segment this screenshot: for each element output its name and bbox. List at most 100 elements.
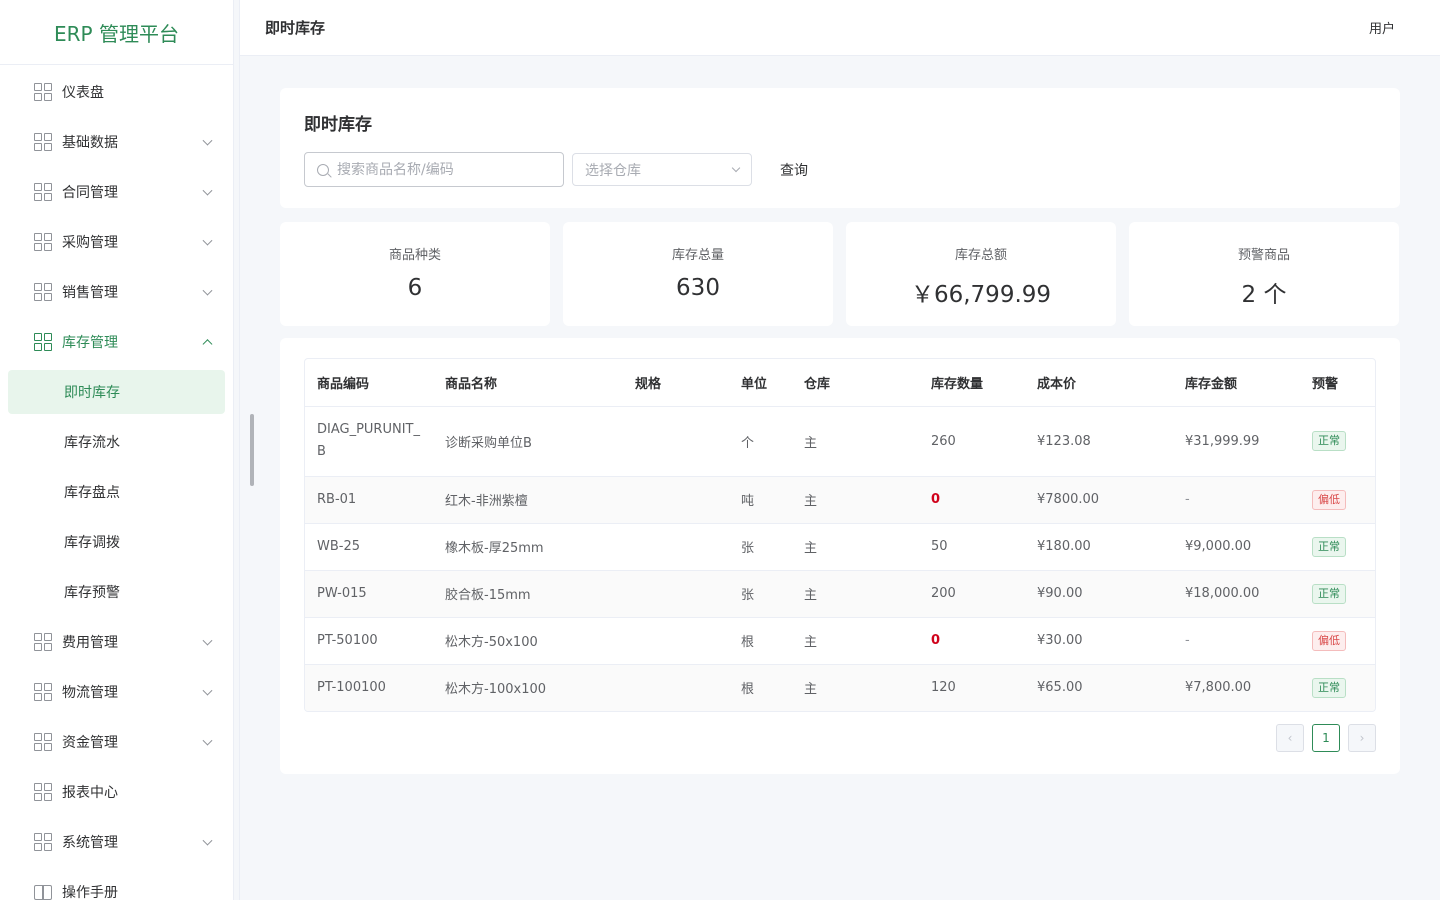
column-header: 预警 <box>1300 359 1375 407</box>
stat-card-total-quantity: 库存总量 630 <box>563 222 833 326</box>
cell-alert: 偏低 <box>1300 476 1375 524</box>
sidebar-menu: 仪表盘 基础数据 合同管理 采购管理 销售管理 库存管理 即时库存 库存流水 库… <box>0 65 233 900</box>
stat-value: ￥66,799.99 <box>910 282 1052 308</box>
column-header: 商品编码 <box>305 359 433 407</box>
next-page-button[interactable]: › <box>1348 724 1376 752</box>
cell-spec <box>623 570 729 618</box>
sidebar-item-system[interactable]: 系统管理 <box>0 817 233 867</box>
status-badge: 偏低 <box>1312 489 1346 510</box>
cell-warehouse: 主 <box>792 617 919 665</box>
grid-icon <box>34 833 52 851</box>
sidebar-subitem-transfer[interactable]: 库存调拨 <box>0 517 233 567</box>
sidebar-item-label: 合同管理 <box>62 185 118 201</box>
cell-warehouse: 主 <box>792 476 919 524</box>
cell-code: RB-01 <box>305 476 433 524</box>
sidebar-item-inventory[interactable]: 库存管理 <box>0 317 233 367</box>
cell-spec <box>623 664 729 711</box>
chevron-down-icon <box>202 735 213 746</box>
sidebar-item-label: 报表中心 <box>62 785 118 801</box>
table-row[interactable]: PT-50100 松木方-50x100 根 主 0 ¥30.00 - 偏低 <box>305 617 1375 665</box>
cell-spec <box>623 476 729 524</box>
cell-code: DIAG_PURUNIT_B <box>305 406 433 477</box>
cell-qty: 50 <box>919 523 1025 571</box>
sidebar-subitem-realtime-stock[interactable]: 即时库存 <box>8 370 225 414</box>
stat-value: 6 <box>407 275 423 301</box>
sidebar-item-purchasing[interactable]: 采购管理 <box>0 217 233 267</box>
table-row[interactable]: PT-100100 松木方-100x100 根 主 120 ¥65.00 ¥7,… <box>305 664 1375 711</box>
cell-qty: 260 <box>919 406 1025 477</box>
stat-label: 预警商品 <box>1237 248 1290 263</box>
sidebar-subitem-stock-alert[interactable]: 库存预警 <box>0 567 233 617</box>
sidebar-item-funds[interactable]: 资金管理 <box>0 717 233 767</box>
sidebar-item-reports[interactable]: 报表中心 <box>0 767 233 817</box>
page-number-button[interactable]: 1 <box>1312 724 1340 752</box>
sidebar-item-label: 物流管理 <box>62 685 118 701</box>
chevron-down-icon <box>202 285 213 296</box>
cell-amount: ¥18,000.00 <box>1173 570 1300 618</box>
status-badge: 偏低 <box>1312 630 1346 651</box>
cell-code: WB-25 <box>305 523 433 571</box>
sidebar-item-expenses[interactable]: 费用管理 <box>0 617 233 667</box>
cell-spec <box>623 523 729 571</box>
cell-unit: 根 <box>729 617 792 665</box>
table-wrapper: 商品编码 商品名称 规格 单位 仓库 库存数量 成本价 库存金额 预警 DIAG… <box>304 358 1376 712</box>
sidebar-item-label: 资金管理 <box>62 735 118 751</box>
column-header: 单位 <box>729 359 792 407</box>
stat-card-total-amount: 库存总额 ￥66,799.99 <box>846 222 1116 326</box>
filter-row: 选择仓库 查询 <box>304 152 1376 187</box>
column-header: 库存金额 <box>1173 359 1300 407</box>
cell-spec <box>623 406 729 477</box>
sidebar-scrollbar-thumb[interactable] <box>250 414 254 486</box>
query-button[interactable]: 查询 <box>780 160 808 180</box>
app-logo: ERP 管理平台 <box>0 0 233 65</box>
cell-cost: ¥123.08 <box>1025 406 1173 477</box>
cell-amount: - <box>1173 617 1300 665</box>
sidebar-scrollbar-track <box>234 0 240 900</box>
grid-icon <box>34 333 52 351</box>
cell-unit: 根 <box>729 664 792 711</box>
sidebar-subitem-stock-ledger[interactable]: 库存流水 <box>0 417 233 467</box>
cell-unit: 个 <box>729 406 792 477</box>
grid-icon <box>34 183 52 201</box>
sidebar-item-sales[interactable]: 销售管理 <box>0 267 233 317</box>
inventory-table-card: 商品编码 商品名称 规格 单位 仓库 库存数量 成本价 库存金额 预警 DIAG… <box>280 338 1400 774</box>
sidebar-item-contracts[interactable]: 合同管理 <box>0 167 233 217</box>
cell-alert: 偏低 <box>1300 617 1375 665</box>
cell-name: 胶合板-15mm <box>433 570 623 618</box>
search-box[interactable] <box>304 152 564 187</box>
status-badge: 正常 <box>1312 536 1346 557</box>
grid-icon <box>34 133 52 151</box>
table-row[interactable]: RB-01 红木-非洲紫檀 吨 主 0 ¥7800.00 - 偏低 <box>305 476 1375 524</box>
table-row[interactable]: DIAG_PURUNIT_B 诊断采购单位B 个 主 260 ¥123.08 ¥… <box>305 406 1375 477</box>
table-row[interactable]: WB-25 橡木板-厚25mm 张 主 50 ¥180.00 ¥9,000.00… <box>305 523 1375 571</box>
column-header: 库存数量 <box>919 359 1025 407</box>
cell-cost: ¥7800.00 <box>1025 476 1173 524</box>
cell-code: PW-015 <box>305 570 433 618</box>
grid-icon <box>34 683 52 701</box>
chevron-down-icon <box>202 135 213 146</box>
cell-warehouse: 主 <box>792 523 919 571</box>
sidebar-item-logistics[interactable]: 物流管理 <box>0 667 233 717</box>
column-header: 商品名称 <box>433 359 623 407</box>
cell-alert: 正常 <box>1300 523 1375 571</box>
search-icon <box>317 163 329 176</box>
search-input[interactable] <box>337 161 537 178</box>
stat-label: 商品种类 <box>388 248 441 263</box>
sidebar-item-basic-data[interactable]: 基础数据 <box>0 117 233 167</box>
cell-cost: ¥65.00 <box>1025 664 1173 711</box>
sidebar-item-label: 库存管理 <box>62 335 118 351</box>
prev-page-button[interactable]: ‹ <box>1276 724 1304 752</box>
cell-unit: 吨 <box>729 476 792 524</box>
sidebar-item-label: 系统管理 <box>62 835 118 851</box>
sidebar-item-dashboard[interactable]: 仪表盘 <box>0 67 233 117</box>
cell-warehouse: 主 <box>792 664 919 711</box>
sidebar-item-label: 操作手册 <box>62 885 118 900</box>
sidebar-subitem-stocktake[interactable]: 库存盘点 <box>0 467 233 517</box>
cell-cost: ¥30.00 <box>1025 617 1173 665</box>
warehouse-select[interactable]: 选择仓库 <box>572 153 752 186</box>
user-menu[interactable]: 用户 <box>1369 18 1395 37</box>
table-row[interactable]: PW-015 胶合板-15mm 张 主 200 ¥90.00 ¥18,000.0… <box>305 570 1375 618</box>
chevron-down-icon <box>731 163 741 172</box>
stat-label: 库存总量 <box>671 248 724 263</box>
sidebar-item-manual[interactable]: 操作手册 <box>0 867 233 900</box>
